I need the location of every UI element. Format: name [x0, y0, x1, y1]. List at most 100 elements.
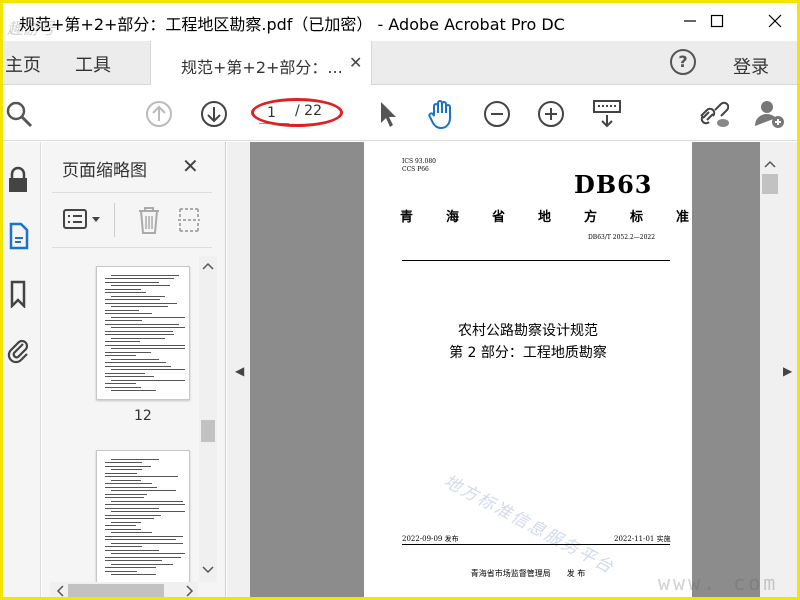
thumbnail-text-line [105, 536, 183, 537]
thumbnail-text-line [105, 473, 137, 474]
page-thumbnail[interactable] [96, 450, 190, 584]
hand-tool-icon[interactable] [425, 98, 457, 130]
thumbnail-scroll-thumb[interactable] [201, 420, 215, 442]
scroll-left-icon[interactable] [52, 582, 68, 600]
thumbnail-text-line [105, 373, 145, 374]
thumbnail-text-line [105, 518, 154, 519]
delete-page-icon[interactable] [136, 205, 162, 239]
db-logo: DB63 [574, 170, 653, 199]
thumbnail-vertical-scrollbar[interactable] [199, 256, 217, 582]
scroll-right-icon[interactable] [182, 582, 198, 600]
thumbnail-text-line [105, 299, 160, 300]
thumbnail-text-line [105, 546, 142, 547]
document-canvas: ICS 93.080 CCS P66 DB63 青海省地方标准 DB63/T 2… [250, 142, 760, 597]
thumbnail-text-line [111, 490, 176, 491]
zoom-out-icon[interactable] [481, 98, 513, 130]
close-button[interactable] [755, 7, 795, 35]
bookmark-icon[interactable] [5, 278, 31, 310]
thumbnail-text-line [105, 345, 185, 346]
thumbnail-text-line [105, 289, 141, 290]
header-rule [402, 260, 670, 261]
maximize-button[interactable] [697, 7, 737, 35]
thumbnail-text-line [105, 334, 174, 335]
thumbnail-text-line [105, 504, 185, 505]
issuer: 青海省市场监督管理局 发 布 [470, 569, 586, 578]
thumbnail-text-line [105, 557, 181, 558]
thumbnail-text-line [105, 282, 159, 283]
app-window: 趣游号 规范+第+2+部分：工程地区勘察.pdf（已加密） - Adobe Ac… [0, 0, 800, 600]
tab-document[interactable]: 规范+第+2+部分：... ✕ [150, 41, 372, 85]
document-vertical-scrollbar[interactable] [760, 142, 780, 597]
thumbnail-text-line [105, 355, 136, 356]
tab-home[interactable]: 主页 [5, 51, 41, 77]
thumbnail-text-line [105, 278, 174, 279]
standard-code: DB63/T 2052.2—2022 [588, 234, 656, 241]
implement-date: 2022-11-01 实施 [614, 535, 671, 543]
login-button[interactable]: 登录 [733, 53, 769, 79]
collapse-right-panel-icon[interactable]: ▶ [783, 364, 792, 378]
panel-close-icon[interactable]: ✕ [182, 154, 199, 178]
add-user-icon[interactable] [753, 98, 785, 130]
page-down-icon[interactable] [198, 98, 230, 130]
thumbnail-page-label: 12 [134, 408, 152, 424]
search-icon[interactable] [3, 98, 35, 130]
thumbnail-text-line [105, 331, 173, 332]
thumbnail-text-line [111, 511, 185, 512]
zoom-in-icon[interactable] [535, 98, 567, 130]
thumbnail-text-line [105, 313, 152, 314]
tab-document-label: 规范+第+2+部分：... [181, 58, 343, 77]
thumbnail-text-line [105, 366, 171, 367]
red-annotation-oval [251, 98, 343, 127]
document-title-line2: 第 2 部分：工程地质勘察 [449, 345, 607, 361]
thumbnail-text-line [111, 501, 183, 502]
tab-bar: 主页 工具 规范+第+2+部分：... ✕ ? 登录 [3, 41, 797, 85]
minimize-icon [684, 20, 696, 22]
scroll-up-icon[interactable] [760, 156, 780, 172]
thumbnail-text-line [111, 369, 185, 370]
keyboard-scroll-icon[interactable] [591, 98, 623, 130]
thumbnail-text-line [105, 550, 159, 551]
thumbnail-text-line [105, 466, 151, 467]
window-title: 规范+第+2+部分：工程地区勘察.pdf（已加密） - Adobe Acroba… [19, 15, 565, 34]
attachment-icon[interactable] [5, 334, 31, 366]
options-menu-icon [63, 209, 100, 229]
thumbnail-text-line [111, 574, 156, 575]
thumbnail-text-line [111, 390, 156, 391]
thumbnail-text-line [111, 317, 185, 318]
thumbnail-options-button[interactable] [62, 207, 106, 233]
toolbar: 1 / 22 [3, 86, 797, 141]
thumbnail-text-line [105, 571, 137, 572]
page-up-icon[interactable] [143, 98, 175, 130]
thumbnail-text-line [105, 483, 152, 484]
thumbnail-text-line [105, 515, 161, 516]
toolbar-divider [114, 203, 115, 237]
document-scroll-thumb[interactable] [762, 174, 778, 194]
maximize-icon [710, 14, 724, 28]
thumbnail-text-line [105, 383, 136, 384]
tab-close-icon[interactable]: ✕ [349, 53, 362, 72]
thumbnail-text-line [111, 469, 142, 470]
thumbnail-text-line [105, 310, 139, 311]
extract-page-icon[interactable] [176, 205, 202, 239]
collapse-left-panel-icon[interactable]: ◀ [235, 364, 244, 378]
page-thumbnails-icon[interactable] [5, 220, 31, 252]
thumbnail-text-line [111, 306, 168, 307]
tab-tools[interactable]: 工具 [75, 51, 111, 77]
horizontal-scroll-thumb[interactable] [68, 584, 164, 597]
help-button[interactable]: ? [670, 49, 696, 75]
lock-icon[interactable] [5, 164, 31, 196]
page-thumbnail[interactable] [96, 266, 190, 400]
title-bar: 趣游号 规范+第+2+部分：工程地区勘察.pdf（已加密） - Adobe Ac… [3, 3, 797, 41]
scroll-down-icon[interactable] [199, 562, 217, 578]
thumbnail-text-line [105, 487, 157, 488]
thumbnail-text-line [105, 497, 144, 498]
share-link-icon[interactable] [697, 98, 729, 130]
thumbnail-text-line [105, 352, 151, 353]
thumbnail-text-line [111, 338, 165, 339]
scroll-up-icon[interactable] [199, 258, 217, 274]
navigation-rail [3, 142, 41, 597]
thumbnail-text-line [111, 380, 185, 381]
page-watermark: 地方标准信息服务平台 [440, 471, 618, 579]
thumbnail-horizontal-scrollbar[interactable] [50, 582, 198, 600]
select-cursor-icon[interactable] [371, 98, 403, 130]
